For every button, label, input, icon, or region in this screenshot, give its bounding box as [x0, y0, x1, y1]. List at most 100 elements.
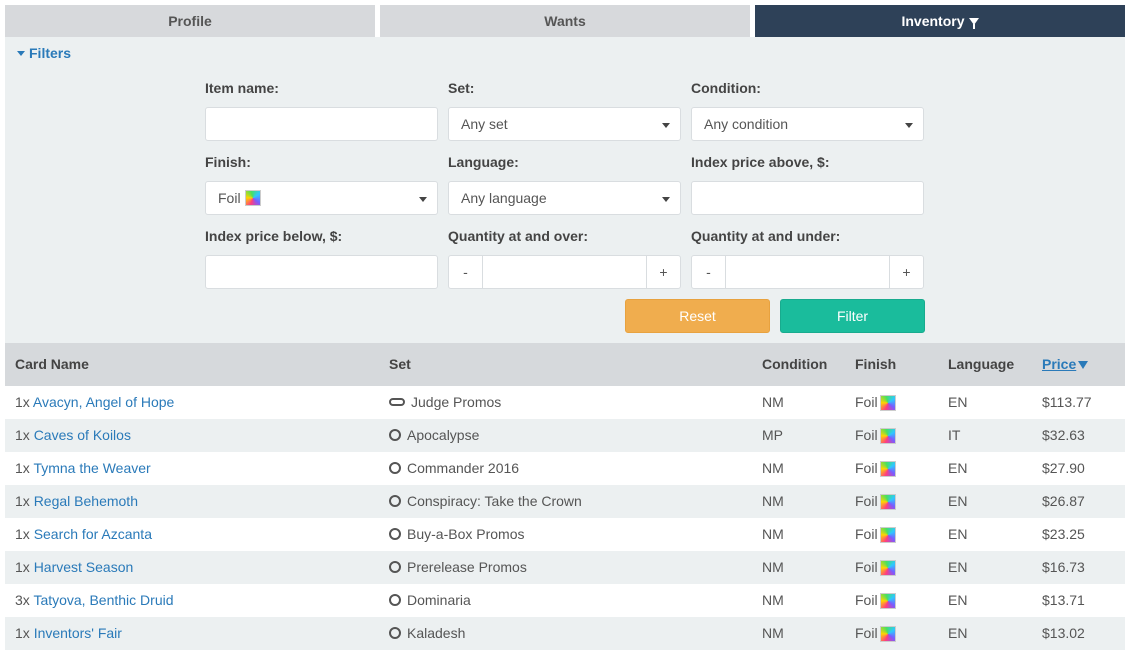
- card-link[interactable]: Regal Behemoth: [34, 493, 138, 509]
- set-cell: Prerelease Promos: [389, 559, 527, 575]
- set-select[interactable]: Any set: [448, 107, 681, 141]
- card-link[interactable]: Tymna the Weaver: [33, 460, 150, 476]
- condition-cell: NM: [762, 493, 784, 509]
- set-name: Dominaria: [407, 592, 471, 608]
- header-set[interactable]: Set: [389, 356, 411, 372]
- condition-cell: NM: [762, 592, 784, 608]
- chevron-down-icon: [662, 197, 670, 202]
- set-name: Prerelease Promos: [407, 559, 527, 575]
- finish-cell: Foil: [855, 625, 896, 643]
- tab-profile[interactable]: Profile: [5, 5, 375, 37]
- table-row: 3x Tatyova, Benthic Druid Dominaria NM Foil…: [5, 584, 1125, 617]
- set-name: Apocalypse: [407, 427, 480, 443]
- foil-rainbow-icon: [879, 593, 896, 610]
- set-symbol-icon: [389, 594, 401, 606]
- price-cell: $13.71: [1042, 592, 1085, 608]
- tab-wants[interactable]: Wants: [380, 5, 750, 37]
- set-cell: Apocalypse: [389, 427, 479, 443]
- qty-under-increment-button[interactable]: +: [889, 256, 923, 288]
- finish-select[interactable]: Foil: [205, 181, 438, 215]
- condition-select[interactable]: Any condition: [691, 107, 924, 141]
- language-select-value: Any language: [461, 190, 547, 206]
- finish-label: Foil: [855, 427, 878, 443]
- card-name-cell: 3x Tatyova, Benthic Druid: [15, 592, 174, 608]
- finish-select-value: Foil: [218, 190, 241, 206]
- foil-rainbow-icon: [879, 494, 896, 511]
- finish-label: Foil: [855, 625, 878, 641]
- qty-over-decrement-button[interactable]: -: [449, 256, 483, 288]
- reset-button[interactable]: Reset: [625, 299, 770, 333]
- qty-over-stepper: - +: [448, 255, 681, 289]
- card-link[interactable]: Tatyova, Benthic Druid: [33, 592, 173, 608]
- filter-button[interactable]: Filter: [780, 299, 925, 333]
- tab-label: Inventory: [901, 13, 965, 29]
- card-link[interactable]: Search for Azcanta: [34, 526, 152, 542]
- quantity: 1x: [15, 493, 30, 509]
- set-symbol-icon: [389, 398, 405, 406]
- condition-cell: NM: [762, 394, 784, 410]
- item-name-input[interactable]: [205, 107, 438, 141]
- finish-cell: Foil: [855, 559, 896, 577]
- chevron-down-icon: [905, 123, 913, 128]
- language-label: Language:: [448, 154, 519, 170]
- qty-under-input[interactable]: [726, 256, 889, 288]
- header-price-label: Price: [1042, 356, 1077, 372]
- index-below-input[interactable]: [205, 255, 438, 289]
- price-cell: $13.02: [1042, 625, 1085, 641]
- condition-cell: MP: [762, 427, 783, 443]
- card-link[interactable]: Avacyn, Angel of Hope: [33, 394, 174, 410]
- quantity: 1x: [15, 427, 30, 443]
- finish-cell: Foil: [855, 592, 896, 610]
- qty-over-increment-button[interactable]: +: [646, 256, 680, 288]
- quantity: 3x: [15, 592, 30, 608]
- finish-cell: Foil: [855, 394, 896, 412]
- index-above-input[interactable]: [691, 181, 924, 215]
- table-row: 1x Regal Behemoth Conspiracy: Take the Cr…: [5, 485, 1125, 518]
- set-cell: Conspiracy: Take the Crown: [389, 493, 582, 509]
- set-symbol-icon: [389, 495, 401, 507]
- card-link[interactable]: Harvest Season: [34, 559, 134, 575]
- condition-label: Condition:: [691, 80, 761, 96]
- funnel-icon: [968, 17, 979, 29]
- set-symbol-icon: [389, 561, 401, 573]
- header-card-name[interactable]: Card Name: [15, 356, 89, 372]
- qty-over-input[interactable]: [483, 256, 646, 288]
- qty-under-decrement-button[interactable]: -: [692, 256, 726, 288]
- set-select-value: Any set: [461, 116, 508, 132]
- condition-cell: NM: [762, 526, 784, 542]
- caret-down-icon: [17, 51, 25, 56]
- inventory-page: Profile Wants Inventory Filters Item nam…: [0, 0, 1128, 653]
- quantity: 1x: [15, 559, 30, 575]
- foil-rainbow-icon: [879, 527, 896, 544]
- card-link[interactable]: Caves of Koilos: [34, 427, 131, 443]
- table-row: 1x Avacyn, Angel of Hope Judge Promos NM Fo…: [5, 386, 1125, 419]
- set-name: Commander 2016: [407, 460, 520, 476]
- header-language[interactable]: Language: [948, 356, 1014, 372]
- set-name: Kaladesh: [407, 625, 466, 641]
- tab-label: Profile: [168, 13, 212, 29]
- card-name-cell: 1x Caves of Koilos: [15, 427, 131, 443]
- filters-toggle[interactable]: Filters: [17, 45, 71, 61]
- tab-bar: Profile Wants Inventory: [5, 5, 1125, 37]
- header-price[interactable]: Price: [1042, 356, 1089, 372]
- set-cell: Buy-a-Box Promos: [389, 526, 524, 542]
- header-finish[interactable]: Finish: [855, 356, 896, 372]
- set-cell: Kaladesh: [389, 625, 465, 641]
- language-cell: EN: [948, 460, 968, 476]
- finish-label: Finish:: [205, 154, 251, 170]
- set-symbol-icon: [389, 429, 401, 441]
- card-link[interactable]: Inventors' Fair: [34, 625, 122, 641]
- finish-cell: Foil: [855, 460, 896, 478]
- finish-label: Foil: [855, 493, 878, 509]
- card-name-cell: 1x Harvest Season: [15, 559, 133, 575]
- set-cell: Judge Promos: [389, 394, 501, 410]
- tab-inventory[interactable]: Inventory: [755, 5, 1125, 37]
- header-condition[interactable]: Condition: [762, 356, 827, 372]
- item-name-label: Item name:: [205, 80, 279, 96]
- finish-label: Foil: [855, 592, 878, 608]
- condition-select-value: Any condition: [704, 116, 789, 132]
- condition-cell: NM: [762, 460, 784, 476]
- price-cell: $16.73: [1042, 559, 1085, 575]
- language-cell: EN: [948, 625, 968, 641]
- language-select[interactable]: Any language: [448, 181, 681, 215]
